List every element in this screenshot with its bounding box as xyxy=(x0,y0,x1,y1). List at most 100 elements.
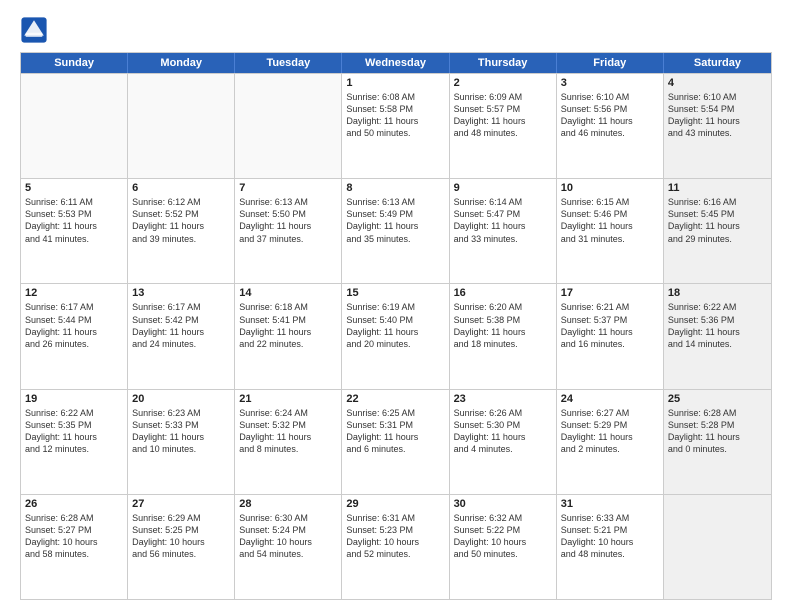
day-number: 18 xyxy=(668,287,767,299)
day-info: Sunrise: 6:24 AM Sunset: 5:32 PM Dayligh… xyxy=(239,407,337,456)
day-info: Sunrise: 6:20 AM Sunset: 5:38 PM Dayligh… xyxy=(454,301,552,350)
day-number: 21 xyxy=(239,393,337,405)
logo-icon xyxy=(20,16,48,44)
day-info: Sunrise: 6:28 AM Sunset: 5:28 PM Dayligh… xyxy=(668,407,767,456)
weekday-header-wednesday: Wednesday xyxy=(342,53,449,73)
calendar-cell: 3Sunrise: 6:10 AM Sunset: 5:56 PM Daylig… xyxy=(557,74,664,178)
calendar-row-5: 26Sunrise: 6:28 AM Sunset: 5:27 PM Dayli… xyxy=(21,494,771,599)
calendar-cell: 4Sunrise: 6:10 AM Sunset: 5:54 PM Daylig… xyxy=(664,74,771,178)
calendar-body: 1 Sunrise: 6:08 AM Sunset: 5:58 PM Daylig… xyxy=(21,73,771,599)
calendar-cell: 30 Sunrise: 6:32 AM Sunset: 5:22 PM Dayli… xyxy=(450,495,557,599)
day-number: 31 xyxy=(561,498,659,510)
day-info: Sunrise: 6:15 AM Sunset: 5:46 PM Dayligh… xyxy=(561,196,659,245)
calendar-cell: 5 Sunrise: 6:11 AM Sunset: 5:53 PM Daylig… xyxy=(21,179,128,283)
logo xyxy=(20,16,52,44)
day-number: 2 xyxy=(454,77,552,89)
day-number: 12 xyxy=(25,287,123,299)
day-info: Sunrise: 6:09 AM Sunset: 5:57 PM Dayligh… xyxy=(454,91,552,140)
calendar-cell: 2 Sunrise: 6:09 AM Sunset: 5:57 PM Daylig… xyxy=(450,74,557,178)
day-number: 19 xyxy=(25,393,123,405)
header xyxy=(20,16,772,44)
page: SundayMondayTuesdayWednesdayThursdayFrid… xyxy=(0,0,792,612)
calendar-header: SundayMondayTuesdayWednesdayThursdayFrid… xyxy=(21,53,771,73)
calendar-cell: 12 Sunrise: 6:17 AM Sunset: 5:44 PM Dayli… xyxy=(21,284,128,388)
calendar-cell: 11 Sunrise: 6:16 AM Sunset: 5:45 PM Dayli… xyxy=(664,179,771,283)
day-info: Sunrise: 6:19 AM Sunset: 5:40 PM Dayligh… xyxy=(346,301,444,350)
calendar-cell: 31 Sunrise: 6:33 AM Sunset: 5:21 PM Dayli… xyxy=(557,495,664,599)
day-number: 5 xyxy=(25,182,123,194)
weekday-header-saturday: Saturday xyxy=(664,53,771,73)
day-number: 15 xyxy=(346,287,444,299)
day-info: Sunrise: 6:10 AM Sunset: 5:54 PM Dayligh… xyxy=(668,91,767,140)
day-number: 26 xyxy=(25,498,123,510)
day-info: Sunrise: 6:27 AM Sunset: 5:29 PM Dayligh… xyxy=(561,407,659,456)
day-info: Sunrise: 6:30 AM Sunset: 5:24 PM Dayligh… xyxy=(239,512,337,561)
day-info: Sunrise: 6:13 AM Sunset: 5:49 PM Dayligh… xyxy=(346,196,444,245)
day-number: 22 xyxy=(346,393,444,405)
weekday-header-sunday: Sunday xyxy=(21,53,128,73)
day-info: Sunrise: 6:16 AM Sunset: 5:45 PM Dayligh… xyxy=(668,196,767,245)
day-info: Sunrise: 6:32 AM Sunset: 5:22 PM Dayligh… xyxy=(454,512,552,561)
calendar-cell xyxy=(664,495,771,599)
day-number: 28 xyxy=(239,498,337,510)
weekday-header-thursday: Thursday xyxy=(450,53,557,73)
calendar-row-3: 12 Sunrise: 6:17 AM Sunset: 5:44 PM Dayli… xyxy=(21,283,771,388)
day-number: 8 xyxy=(346,182,444,194)
calendar-cell xyxy=(21,74,128,178)
day-info: Sunrise: 6:12 AM Sunset: 5:52 PM Dayligh… xyxy=(132,196,230,245)
day-number: 10 xyxy=(561,182,659,194)
calendar-cell: 10 Sunrise: 6:15 AM Sunset: 5:46 PM Dayli… xyxy=(557,179,664,283)
day-info: Sunrise: 6:17 AM Sunset: 5:42 PM Dayligh… xyxy=(132,301,230,350)
day-number: 3 xyxy=(561,77,659,89)
calendar: SundayMondayTuesdayWednesdayThursdayFrid… xyxy=(20,52,772,600)
day-number: 11 xyxy=(668,182,767,194)
day-number: 6 xyxy=(132,182,230,194)
calendar-cell: 16Sunrise: 6:20 AM Sunset: 5:38 PM Dayli… xyxy=(450,284,557,388)
calendar-cell: 28 Sunrise: 6:30 AM Sunset: 5:24 PM Dayli… xyxy=(235,495,342,599)
day-info: Sunrise: 6:22 AM Sunset: 5:36 PM Dayligh… xyxy=(668,301,767,350)
day-info: Sunrise: 6:31 AM Sunset: 5:23 PM Dayligh… xyxy=(346,512,444,561)
calendar-cell: 29 Sunrise: 6:31 AM Sunset: 5:23 PM Dayli… xyxy=(342,495,449,599)
day-info: Sunrise: 6:26 AM Sunset: 5:30 PM Dayligh… xyxy=(454,407,552,456)
day-number: 27 xyxy=(132,498,230,510)
day-number: 29 xyxy=(346,498,444,510)
day-info: Sunrise: 6:21 AM Sunset: 5:37 PM Dayligh… xyxy=(561,301,659,350)
day-number: 17 xyxy=(561,287,659,299)
day-info: Sunrise: 6:11 AM Sunset: 5:53 PM Dayligh… xyxy=(25,196,123,245)
day-number: 30 xyxy=(454,498,552,510)
calendar-cell: 26Sunrise: 6:28 AM Sunset: 5:27 PM Dayli… xyxy=(21,495,128,599)
calendar-cell: 7 Sunrise: 6:13 AM Sunset: 5:50 PM Daylig… xyxy=(235,179,342,283)
day-info: Sunrise: 6:08 AM Sunset: 5:58 PM Dayligh… xyxy=(346,91,444,140)
day-number: 1 xyxy=(346,77,444,89)
day-number: 13 xyxy=(132,287,230,299)
calendar-cell: 8 Sunrise: 6:13 AM Sunset: 5:49 PM Daylig… xyxy=(342,179,449,283)
day-number: 25 xyxy=(668,393,767,405)
day-info: Sunrise: 6:13 AM Sunset: 5:50 PM Dayligh… xyxy=(239,196,337,245)
calendar-cell: 23Sunrise: 6:26 AM Sunset: 5:30 PM Dayli… xyxy=(450,390,557,494)
day-number: 7 xyxy=(239,182,337,194)
day-info: Sunrise: 6:14 AM Sunset: 5:47 PM Dayligh… xyxy=(454,196,552,245)
day-number: 24 xyxy=(561,393,659,405)
day-number: 20 xyxy=(132,393,230,405)
day-info: Sunrise: 6:18 AM Sunset: 5:41 PM Dayligh… xyxy=(239,301,337,350)
calendar-row-1: 1 Sunrise: 6:08 AM Sunset: 5:58 PM Daylig… xyxy=(21,73,771,178)
day-info: Sunrise: 6:23 AM Sunset: 5:33 PM Dayligh… xyxy=(132,407,230,456)
calendar-cell: 14Sunrise: 6:18 AM Sunset: 5:41 PM Dayli… xyxy=(235,284,342,388)
calendar-cell: 17 Sunrise: 6:21 AM Sunset: 5:37 PM Dayli… xyxy=(557,284,664,388)
calendar-cell xyxy=(128,74,235,178)
day-info: Sunrise: 6:22 AM Sunset: 5:35 PM Dayligh… xyxy=(25,407,123,456)
calendar-cell: 18 Sunrise: 6:22 AM Sunset: 5:36 PM Dayli… xyxy=(664,284,771,388)
day-number: 9 xyxy=(454,182,552,194)
calendar-cell: 19 Sunrise: 6:22 AM Sunset: 5:35 PM Dayli… xyxy=(21,390,128,494)
calendar-cell: 13 Sunrise: 6:17 AM Sunset: 5:42 PM Dayli… xyxy=(128,284,235,388)
weekday-header-friday: Friday xyxy=(557,53,664,73)
calendar-row-4: 19 Sunrise: 6:22 AM Sunset: 5:35 PM Dayli… xyxy=(21,389,771,494)
day-info: Sunrise: 6:33 AM Sunset: 5:21 PM Dayligh… xyxy=(561,512,659,561)
day-info: Sunrise: 6:29 AM Sunset: 5:25 PM Dayligh… xyxy=(132,512,230,561)
day-info: Sunrise: 6:25 AM Sunset: 5:31 PM Dayligh… xyxy=(346,407,444,456)
calendar-cell: 21 Sunrise: 6:24 AM Sunset: 5:32 PM Dayli… xyxy=(235,390,342,494)
calendar-row-2: 5 Sunrise: 6:11 AM Sunset: 5:53 PM Daylig… xyxy=(21,178,771,283)
calendar-cell: 24 Sunrise: 6:27 AM Sunset: 5:29 PM Dayli… xyxy=(557,390,664,494)
calendar-cell: 22 Sunrise: 6:25 AM Sunset: 5:31 PM Dayli… xyxy=(342,390,449,494)
day-info: Sunrise: 6:17 AM Sunset: 5:44 PM Dayligh… xyxy=(25,301,123,350)
